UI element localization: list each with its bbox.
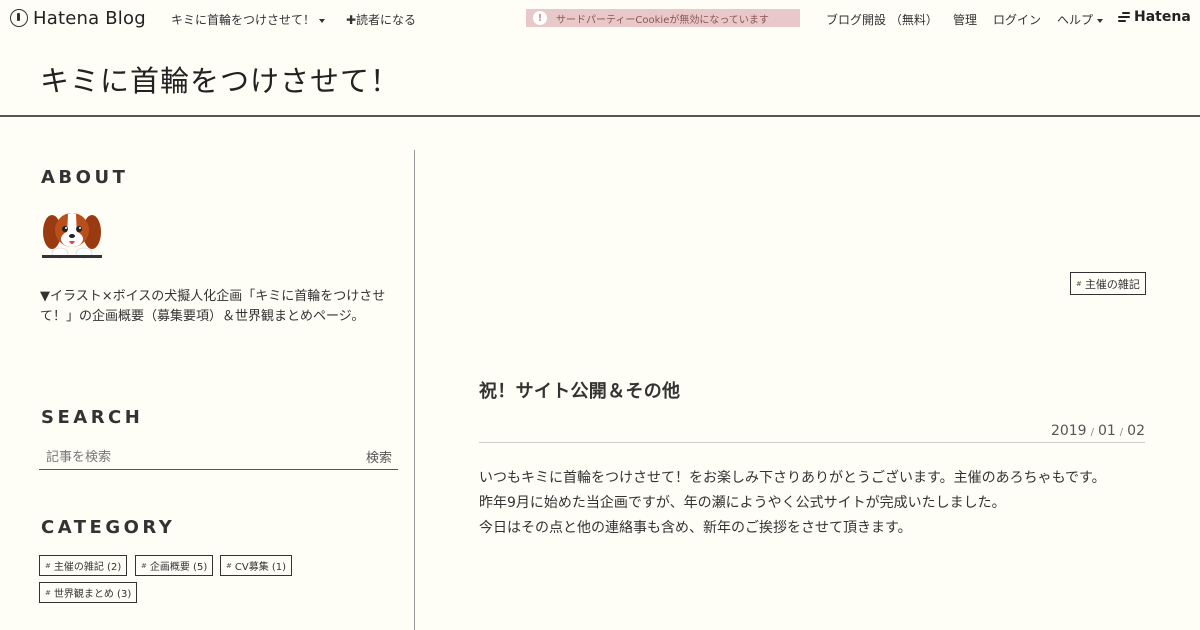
entry-paragraph: 昨年9月に始めた当企画ですが、年の瀬にようやく公式サイトが完成いたしました。 [479,495,1006,511]
entry-title[interactable]: 祝！サイト公開＆その他 [479,377,680,403]
warning-icon: ! [533,11,547,25]
entry-paragraph: いつもキミに首輪をつけさせて！をお楽しみ下さりありがとうございます。主催のあろち… [479,470,1106,486]
caret-down-icon [1097,18,1104,23]
blog-menu-dropdown[interactable]: キミに首輪をつけさせて！ [171,11,326,28]
dog-avatar [42,208,102,260]
hash-icon: # [226,561,232,570]
category-tag[interactable]: # 主催の雑記 (2) [39,555,128,576]
hatena-brand-icon [1118,10,1130,24]
help-label: ヘルプ [1057,13,1094,27]
search-form: 検索 [39,444,398,470]
search-button[interactable]: 検索 [366,447,392,466]
entry-date[interactable]: 2019/01/02 [1051,423,1145,439]
hash-icon: # [141,561,147,570]
category-tag[interactable]: # 企画概要 (5) [135,555,214,576]
cookie-warning-text: サードパーティーCookieが無効になっています [556,14,769,26]
hatena-pen-icon [10,9,28,27]
category-heading: CATEGORY [41,517,176,538]
category-tag-label: 企画概要 (5) [149,562,208,573]
blog-title[interactable]: キミに首輪をつけさせて！ [40,58,400,100]
search-input[interactable] [39,446,339,468]
category-tag-label: 世界観まとめ (3) [53,589,132,600]
logo-text: Hatena Blog [33,7,146,29]
hatena-blog-logo[interactable]: Hatena Blog [10,7,146,29]
hash-icon: # [45,588,51,597]
blog-menu-label: キミに首輪をつけさせて！ [171,13,316,27]
open-blog-link[interactable]: ブログ開設 （無料） [826,11,938,28]
date-divider [479,442,1145,443]
hash-icon: # [45,561,51,570]
category-tag[interactable]: # 世界観まとめ (3) [39,582,138,603]
about-description: ▼イラスト×ボイスの犬擬人化企画「キミに首輪をつけさせて！」の企画概要（募集要項… [40,289,386,324]
entry-body: いつもキミに首輪をつけさせて！をお楽しみ下さりありがとうございます。主催のあろち… [479,466,1149,541]
caret-down-icon [319,18,326,23]
entry-category-label: 主催の雑記 [1084,277,1140,291]
global-header: Hatena Blog キミに首輪をつけさせて！ ✚読者になる ! サードパーテ… [0,0,1200,36]
date-year: 2019 [1050,423,1087,439]
sidebar [0,117,414,630]
search-heading: SEARCH [41,407,144,428]
date-separator: / [1119,427,1124,438]
sidebar-divider [414,150,415,630]
hatena-brand-text: Hatena [1134,9,1191,25]
category-tag-label: 主催の雑記 (2) [53,562,122,573]
date-month: 01 [1097,423,1116,439]
date-separator: / [1090,427,1094,438]
help-dropdown[interactable]: ヘルプ [1057,11,1104,28]
entry-category-tag[interactable]: # 主催の雑記 [1070,272,1146,295]
cookie-warning[interactable]: ! サードパーティーCookieが無効になっています [526,9,800,27]
admin-link[interactable]: 管理 [953,11,977,28]
category-tag[interactable]: # CV募集 (1) [220,555,293,576]
hatena-brand-link[interactable]: Hatena [1118,9,1191,25]
about-heading: ABOUT [41,167,129,188]
subscribe-button[interactable]: ✚読者になる [346,11,416,28]
date-day: 02 [1127,423,1145,439]
login-link[interactable]: ログイン [993,11,1041,28]
entry-paragraph: 今日はその点と他の連絡事も含め、新年のご挨拶をさせて頂きます。 [479,520,912,536]
category-tag-label: CV募集 (1) [234,562,287,573]
hash-icon: # [1076,279,1082,288]
